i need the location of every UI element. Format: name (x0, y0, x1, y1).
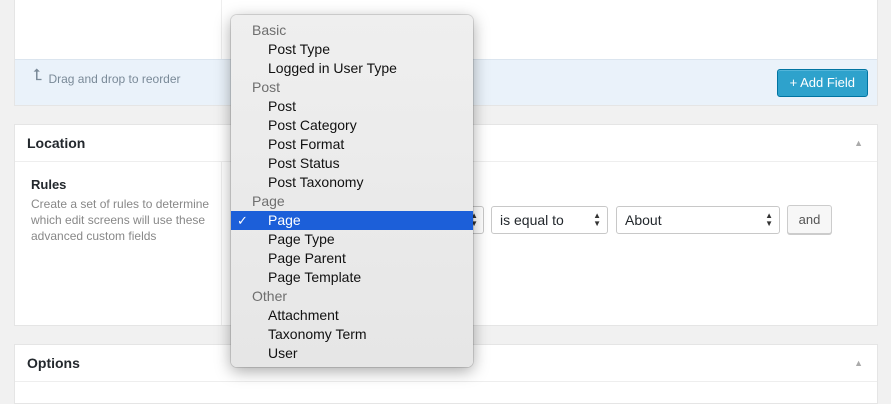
dropdown-option-label: Post Type (268, 41, 331, 57)
param-dropdown-menu: Basic Post Type Logged in User Type Post Pos… (231, 15, 473, 367)
reorder-arrow-icon: ⮤ (33, 67, 43, 84)
checkmark-icon: ✓ (237, 213, 248, 228)
dropdown-option[interactable]: Page Type (231, 230, 473, 249)
dropdown-option-label: Logged in User Type (268, 60, 397, 76)
dropdown-option-label: Page Parent (268, 250, 346, 266)
dropdown-option-label: User (268, 345, 298, 361)
dropdown-option[interactable]: Page Parent (231, 249, 473, 268)
dropdown-option-label: Page (268, 212, 301, 228)
dropdown-option[interactable]: Attachment (231, 306, 473, 325)
collapse-caret-icon[interactable]: ▲ (854, 358, 863, 368)
dropdown-option[interactable]: Post Category (231, 116, 473, 135)
dropdown-group-label: Other (252, 288, 288, 304)
select-arrows-icon: ▲ ▼ (593, 211, 601, 228)
dropdown-option-label: Page Template (268, 269, 362, 285)
dropdown-option[interactable]: Taxonomy Term (231, 325, 473, 344)
dropdown-option-label: Post Category (268, 117, 357, 133)
dropdown-option[interactable]: User (231, 344, 473, 363)
select-arrows-icon: ▲ ▼ (765, 211, 773, 228)
rules-label: Rules (31, 177, 67, 192)
drag-hint: ⮤ Drag and drop to reorder (33, 67, 181, 88)
value-select[interactable]: About ▲ ▼ (616, 206, 780, 234)
location-title: Location (27, 135, 86, 151)
dropdown-option[interactable]: Post Taxonomy (231, 173, 473, 192)
fields-left-column (15, 0, 222, 59)
dropdown-list: Basic Post Type Logged in User Type Post Pos… (231, 15, 473, 363)
dropdown-option[interactable]: Post Format (231, 135, 473, 154)
dropdown-option-label: Post (268, 98, 297, 114)
location-label-column: Rules Create a set of rules to determine… (15, 161, 222, 325)
dropdown-option-label: Post Status (268, 155, 340, 171)
dropdown-group-label: Basic (252, 22, 287, 38)
dropdown-group-label: Post (252, 79, 281, 95)
rules-description: Create a set of rules to determine which… (31, 197, 210, 243)
dropdown-option-label: Attachment (268, 307, 339, 323)
operator-select[interactable]: is equal to ▲ ▼ (491, 206, 608, 234)
operator-select-value: is equal to (500, 212, 564, 228)
dropdown-option[interactable]: Post Status (231, 154, 473, 173)
dropdown-option[interactable]: Logged in User Type (231, 59, 473, 78)
dropdown-option[interactable]: Page Template (231, 268, 473, 287)
dropdown-group-label: Page (252, 193, 285, 209)
and-button[interactable]: and (787, 205, 832, 234)
dropdown-option[interactable]: Post Type (231, 40, 473, 59)
value-select-value: About (625, 212, 662, 228)
dropdown-option-label: Post Format (268, 136, 345, 152)
dropdown-option-label: Post Taxonomy (268, 174, 364, 190)
collapse-caret-icon[interactable]: ▲ (854, 138, 863, 148)
drag-hint-text: Drag and drop to reorder (48, 72, 181, 86)
dropdown-option[interactable]: ✓ Page (231, 211, 473, 230)
dropdown-option[interactable]: Post (231, 97, 473, 116)
dropdown-option-label: Page Type (268, 231, 335, 247)
dropdown-option-label: Taxonomy Term (268, 326, 367, 342)
options-title: Options (27, 355, 80, 371)
add-field-button[interactable]: + Add Field (776, 69, 868, 97)
